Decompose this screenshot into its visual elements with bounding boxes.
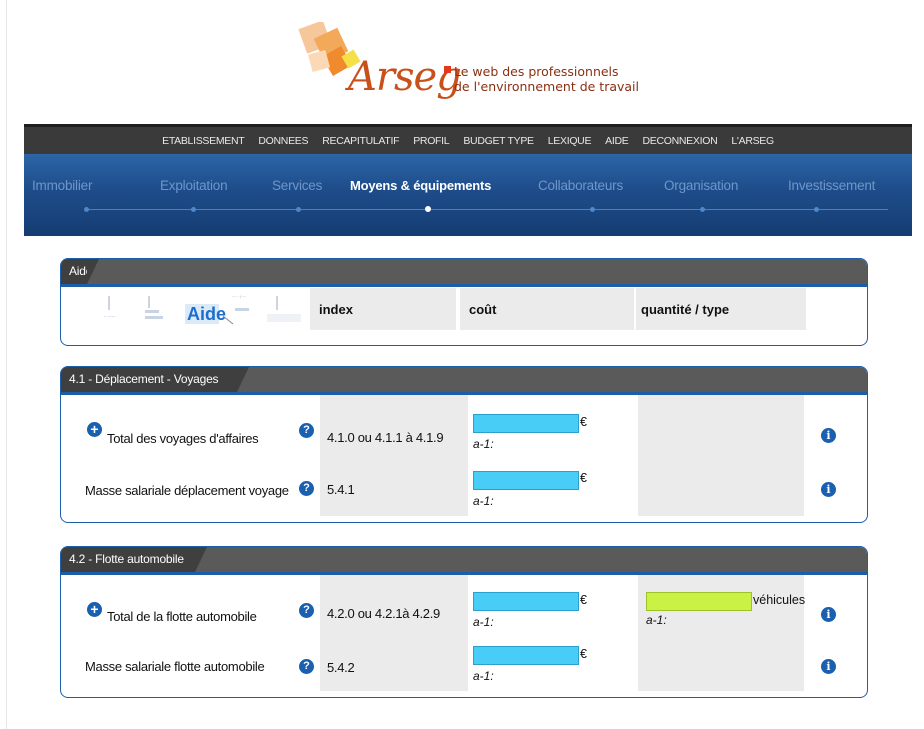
- unit-vehicules: véhicules: [753, 593, 806, 607]
- section-4-1-header: 4.1 - Déplacement - Voyages: [61, 367, 867, 392]
- mainnav-dot: [296, 207, 301, 212]
- previous-year-label: a-1:: [473, 669, 494, 683]
- index-column: [320, 395, 468, 516]
- cost-input-masse-flotte[interactable]: [473, 646, 579, 665]
- mainnav-dot: [700, 207, 705, 212]
- row-label-masse-flotte: Masse salariale flotte automobile: [85, 659, 265, 674]
- topnav-budget-type[interactable]: BUDGET TYPE: [463, 135, 534, 147]
- aide-header-cost: coût: [469, 302, 497, 317]
- section-4-1-title: 4.1 - Déplacement - Voyages: [61, 367, 249, 392]
- mainnav-organisation[interactable]: Organisation: [664, 178, 738, 193]
- top-nav: ETABLISSEMENT DONNEES RECAPITULATIF PROF…: [24, 124, 912, 154]
- mainnav-dot: [84, 207, 89, 212]
- section-4-2-title: 4.2 - Flotte automobile: [61, 547, 207, 572]
- aide-header-quantity: quantité / type: [641, 302, 730, 317]
- help-question-icon[interactable]: ?: [299, 659, 314, 674]
- mainnav-collaborateurs[interactable]: Collaborateurs: [538, 178, 623, 193]
- expand-plus-icon[interactable]: +: [87, 422, 102, 437]
- previous-year-label: a-1:: [473, 494, 494, 508]
- topnav-larseg[interactable]: L'ARSEG: [731, 135, 774, 147]
- row-label-masse-deplacement: Masse salariale déplacement voyage: [85, 483, 289, 498]
- topnav-lexique[interactable]: LEXIQUE: [548, 135, 592, 147]
- aide-header-index: index: [319, 302, 353, 317]
- help-legend-thumbnail[interactable]: ·· ······ Aide ······ / ····: [101, 292, 301, 326]
- help-question-icon[interactable]: ?: [299, 603, 314, 618]
- row-label-voyages: Total des voyages d'affaires: [107, 431, 259, 446]
- mainnav-moyens-equipements[interactable]: Moyens & équipements: [350, 178, 491, 193]
- help-question-icon[interactable]: ?: [299, 423, 314, 438]
- cost-input-flotte[interactable]: [473, 592, 579, 611]
- help-question-icon[interactable]: ?: [299, 481, 314, 496]
- logo-wordmark: Arseg: [348, 54, 462, 100]
- tagline-line-2: de l'environnement de travail: [454, 79, 640, 94]
- row-index-masse-flotte: 5.4.2: [327, 660, 355, 675]
- row-index-voyages: 4.1.0 ou 4.1.1 à 4.1.9: [327, 430, 444, 445]
- expand-plus-icon[interactable]: +: [87, 602, 102, 617]
- arseg-logo[interactable]: Arseg Le web des professionnels de l'env…: [296, 22, 656, 104]
- section-4-2-header: 4.2 - Flotte automobile: [61, 547, 867, 572]
- svg-text:·· ······: ·· ······: [104, 314, 115, 319]
- page: Arseg Le web des professionnels de l'env…: [0, 0, 924, 729]
- topnav-deconnexion[interactable]: DECONNEXION: [642, 135, 717, 147]
- mainnav-services[interactable]: Services: [272, 178, 322, 193]
- page-left-edge: [6, 0, 7, 729]
- mainnav-immobilier[interactable]: Immobilier: [32, 178, 92, 193]
- row-index-flotte: 4.2.0 ou 4.2.1à 4.2.9: [327, 606, 440, 621]
- info-icon[interactable]: i: [821, 482, 836, 497]
- previous-year-quantity-label: a-1:: [646, 613, 667, 627]
- topnav-aide[interactable]: AIDE: [605, 135, 629, 147]
- row-label-flotte: Total de la flotte automobile: [107, 609, 257, 624]
- mainnav-exploitation[interactable]: Exploitation: [160, 178, 228, 193]
- panel-rule: [61, 284, 867, 287]
- quantity-column: [638, 395, 804, 516]
- aide-panel-header: Aide: [61, 259, 867, 284]
- topnav-profil[interactable]: PROFIL: [413, 135, 449, 147]
- unit-euro: €: [580, 647, 587, 661]
- cost-input-masse-deplacement[interactable]: [473, 471, 579, 490]
- topnav-recapitulatif[interactable]: RECAPITULATIF: [322, 135, 399, 147]
- tagline-line-1: Le web des professionnels: [454, 64, 619, 79]
- previous-year-label: a-1:: [473, 615, 494, 629]
- row-index-masse-deplacement: 5.4.1: [327, 482, 355, 497]
- previous-year-label: a-1:: [473, 437, 494, 451]
- unit-euro: €: [580, 415, 587, 429]
- cost-input-voyages[interactable]: [473, 414, 579, 433]
- topnav-donnees[interactable]: DONNEES: [258, 135, 308, 147]
- unit-euro: €: [580, 471, 587, 485]
- logo-tagline: Le web des professionnels de l'environne…: [454, 64, 639, 94]
- topnav-etablissement[interactable]: ETABLISSEMENT: [162, 135, 245, 147]
- unit-euro: €: [580, 593, 587, 607]
- svg-text:······ / ····: ······ / ····: [232, 295, 247, 299]
- mainnav-investissement[interactable]: Investissement: [788, 178, 875, 193]
- section-4-2-panel: 4.2 - Flotte automobile + Total de la fl…: [60, 546, 868, 698]
- aide-panel: Aide ·· ······ Aide ······ / ···· index …: [60, 258, 868, 346]
- logo-dot: [444, 66, 451, 73]
- aide-panel-title: Aide: [61, 259, 99, 284]
- info-icon[interactable]: i: [821, 607, 836, 622]
- mainnav-dot: [590, 207, 595, 212]
- info-icon[interactable]: i: [821, 659, 836, 674]
- main-nav-track: [86, 209, 888, 210]
- mainnav-dot: [814, 207, 819, 212]
- section-4-1-panel: 4.1 - Déplacement - Voyages + Total des …: [60, 366, 868, 523]
- quantity-input-vehicules[interactable]: [646, 592, 752, 611]
- mainnav-dot-active: [425, 206, 431, 212]
- info-icon[interactable]: i: [821, 428, 836, 443]
- aide-thumb-label: Aide: [187, 304, 226, 324]
- main-nav: Immobilier Exploitation Services Moyens …: [24, 154, 912, 236]
- mainnav-dot: [191, 207, 196, 212]
